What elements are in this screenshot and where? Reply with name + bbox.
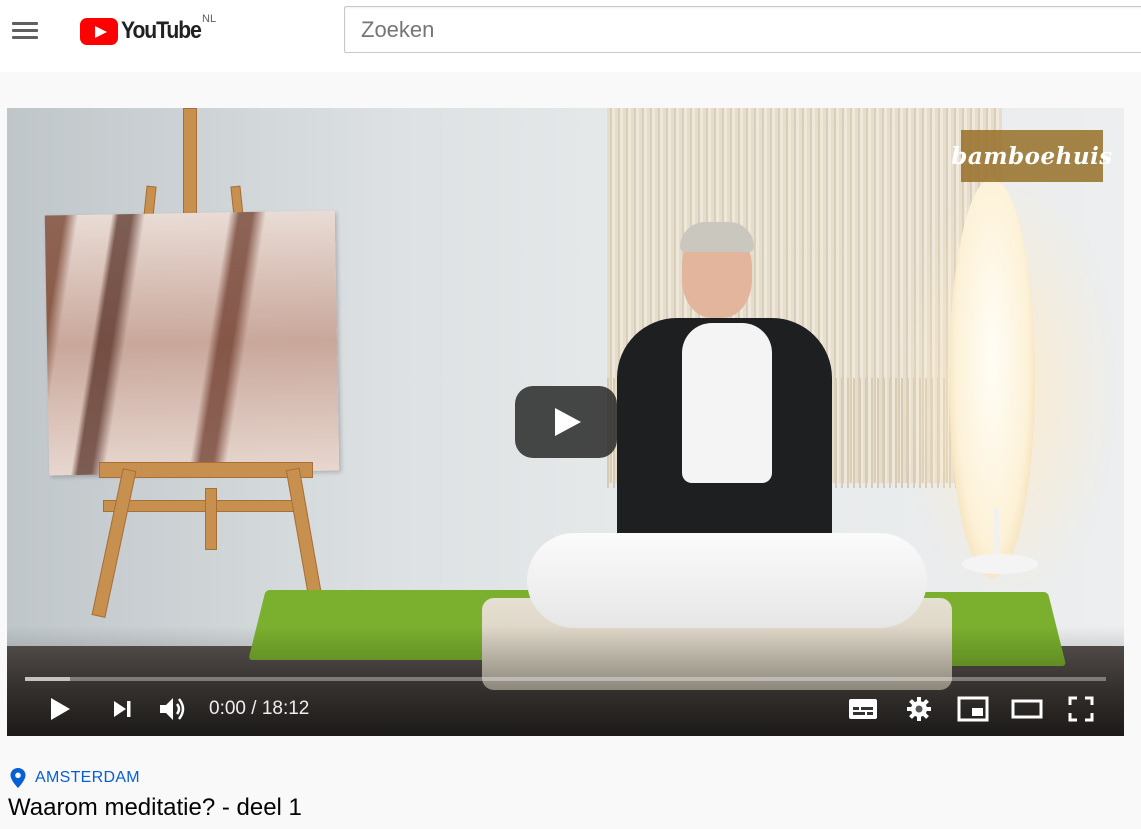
location-text: AMSTERDAM [35,769,140,786]
fullscreen-icon[interactable] [1063,691,1099,727]
floor-lamp [949,178,1035,578]
large-play-icon[interactable] [515,386,617,458]
painting [44,210,340,476]
progress-bar[interactable] [25,677,1106,681]
video-title: Waarom meditatie? - deel 1 [8,794,302,821]
gear-icon[interactable] [901,691,937,727]
hamburger-menu-icon[interactable] [10,20,40,42]
next-icon[interactable] [105,691,139,727]
logo-text: YouTube [121,17,202,44]
volume-icon[interactable] [155,691,191,727]
youtube-logo[interactable]: YouTube [80,14,212,48]
video-player[interactable]: bamboehuis 0:00 / 18:12 [7,108,1124,736]
location-link[interactable]: AMSTERDAM [10,767,140,789]
progress-loaded [25,677,71,681]
search-box [344,6,1141,53]
play-icon[interactable] [43,691,77,727]
masthead: YouTube NL [0,0,1141,72]
theater-mode-icon[interactable] [1009,691,1045,727]
time-display: 0:00 / 18:12 [209,698,310,719]
miniplayer-icon[interactable] [955,691,991,727]
search-input[interactable] [345,7,1141,52]
map-pin-icon [10,768,26,788]
channel-watermark[interactable]: bamboehuis [951,130,1112,182]
subtitles-icon[interactable] [845,691,881,727]
country-code: NL [202,13,217,25]
channel-watermark-text: bamboehuis [951,142,1113,170]
youtube-play-icon [80,17,118,45]
